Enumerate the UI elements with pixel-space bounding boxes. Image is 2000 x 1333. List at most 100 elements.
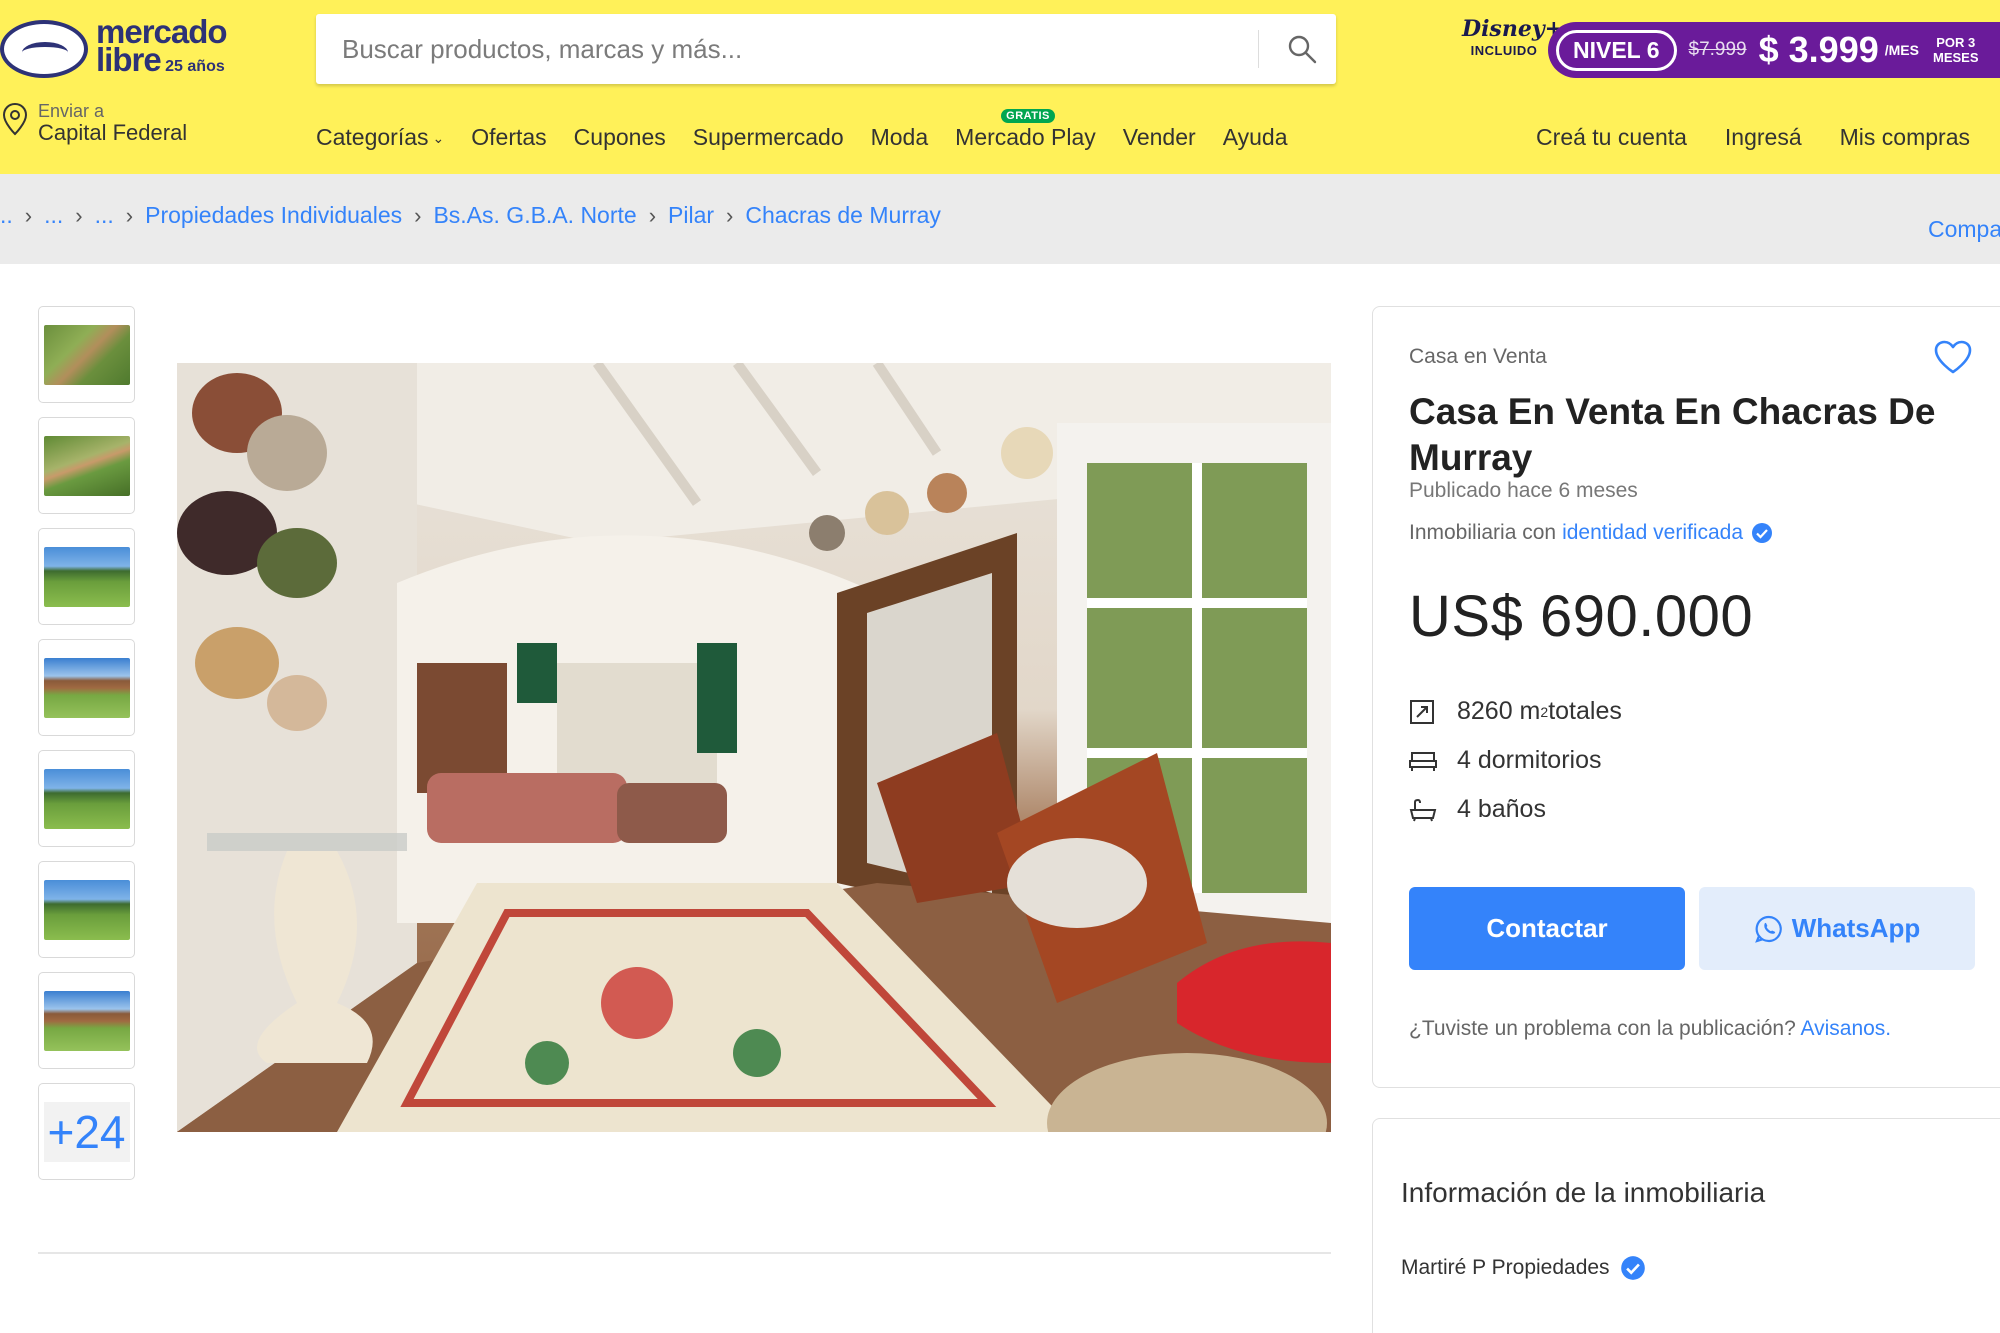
gallery-thumbnail[interactable] [38, 306, 135, 403]
disney-plus-logo[interactable]: Disney+ INCLUIDO [1462, 16, 1564, 82]
share-link[interactable]: Compa [1928, 216, 2000, 243]
breadcrumb-separator-icon: › [648, 202, 657, 228]
feature-bathrooms-value: 4 baños [1457, 795, 1546, 823]
heart-icon [1934, 340, 1972, 374]
shipping-location[interactable]: Enviar a Capital Federal [0, 100, 187, 156]
gallery-more-count: +24 [43, 1101, 130, 1162]
whatsapp-button[interactable]: WhatsApp [1699, 887, 1975, 970]
disney-brand: Disney+ [1462, 16, 1564, 42]
report-link[interactable]: Avisanos. [1800, 1017, 1891, 1040]
gallery-thumbnail[interactable] [38, 861, 135, 958]
nav-ofertas[interactable]: Ofertas [471, 124, 546, 154]
nav-categorias-label: Categorías [316, 124, 429, 150]
nivel-period-line2: MESES [1932, 50, 1979, 65]
handshake-icon [0, 20, 88, 78]
favorite-button[interactable] [1933, 339, 1973, 380]
listing-title: Casa En Venta En Chacras De Murray [1409, 391, 1936, 478]
gallery-thumbnail[interactable] [38, 417, 135, 514]
breadcrumb-item[interactable]: Pilar [668, 202, 714, 229]
feature-bathrooms: 4 baños [1409, 785, 1622, 834]
agency-name: Martiré P Propiedades [1401, 1256, 1610, 1279]
gallery-thumbnail[interactable] [38, 528, 135, 625]
location-pin-icon [2, 102, 28, 136]
breadcrumb-item[interactable]: Propiedades Individuales [145, 202, 402, 229]
gallery-thumbnail[interactable] [38, 972, 135, 1069]
agency-info-title: Información de la inmobiliaria [1401, 1177, 1766, 1208]
breadcrumb-separator-icon: › [414, 202, 422, 228]
house-photo-thumb [43, 657, 130, 718]
feature-area-sup: 2 [1540, 703, 1549, 720]
breadcrumb-item[interactable]: Bs.As. G.B.A. Norte [433, 202, 636, 229]
breadcrumb-item[interactable]: .. [0, 202, 13, 229]
breadcrumb: .. › ... › ... › Propiedades Individuale… [0, 202, 941, 229]
report-text: ¿Tuviste un problema con la publicación? [1409, 1017, 1796, 1040]
section-divider [38, 1252, 1331, 1254]
breadcrumb-item[interactable]: Chacras de Murray [745, 202, 941, 229]
account-nav: Creá tu cuenta Ingresá Mis compras [1498, 124, 1970, 151]
listing-features: 8260 m2 totales 4 dormitorios 4 baños [1409, 687, 1622, 834]
aerial-photo-thumb [43, 324, 130, 385]
gallery-thumbnail[interactable] [38, 750, 135, 847]
nav-my-purchases[interactable]: Mis compras [1840, 124, 1970, 151]
search-button[interactable] [1268, 14, 1336, 84]
area-icon [1410, 699, 1434, 724]
search-input[interactable] [342, 14, 1242, 84]
breadcrumb-bar: .. › ... › ... › Propiedades Individuale… [0, 174, 2000, 264]
nav-create-account[interactable]: Creá tu cuenta [1536, 124, 1687, 151]
main-photo[interactable] [177, 363, 1331, 1132]
lawn-photo-thumb [43, 768, 130, 829]
breadcrumb-separator-icon: › [75, 202, 83, 228]
nav-categorias[interactable]: Categorías ⌄ [316, 124, 444, 154]
nav-mercado-play-label: Mercado Play [955, 124, 1096, 150]
nav-vender[interactable]: Vender [1123, 124, 1196, 154]
living-room-photo [177, 363, 1331, 1132]
gratis-badge: GRATIS [1001, 109, 1055, 123]
contact-button[interactable]: Contactar [1409, 887, 1685, 970]
nivel-period-line1: POR 3 [1936, 35, 1976, 50]
search-icon [1288, 35, 1317, 64]
header: mercado libre 25 años Disney+ INCLUIDO N… [0, 0, 2000, 174]
breadcrumb-item[interactable]: ... [95, 202, 114, 229]
feature-bedrooms-value: 4 dormitorios [1457, 746, 1602, 774]
search-box [316, 14, 1336, 84]
agency-verification: Inmobiliaria con identidad verificada [1409, 521, 1773, 545]
nav-login[interactable]: Ingresá [1725, 124, 1802, 151]
mercado-libre-logo[interactable]: mercado libre 25 años [0, 14, 235, 84]
nav-cupones[interactable]: Cupones [574, 124, 666, 154]
nav-mercado-play[interactable]: GRATIS Mercado Play [955, 109, 1096, 154]
house-photo-thumb [43, 990, 130, 1051]
feature-area: 8260 m2 totales [1409, 687, 1622, 736]
agency-name-row[interactable]: Martiré P Propiedades [1401, 1255, 1646, 1281]
nav-ayuda[interactable]: Ayuda [1223, 124, 1288, 154]
aerial-photo-thumb [43, 435, 130, 496]
gallery-thumbnail[interactable] [38, 639, 135, 736]
feature-bedrooms: 4 dormitorios [1409, 736, 1622, 785]
nav-supermercado[interactable]: Supermercado [693, 124, 844, 154]
bed-icon [1409, 751, 1437, 771]
logo-anniversary: 25 años [165, 57, 225, 75]
verified-identity-link[interactable]: identidad verificada [1562, 521, 1743, 545]
agency-prefix: Inmobiliaria con [1409, 521, 1557, 544]
whatsapp-icon [1754, 915, 1782, 943]
nivel-badge: NIVEL 6 [1556, 29, 1677, 71]
breadcrumb-separator-icon: › [24, 202, 33, 228]
breadcrumb-item[interactable]: ... [44, 202, 63, 229]
lawn-photo-thumb [43, 546, 130, 607]
agency-info-panel: Información de la inmobiliaria Martiré P… [1372, 1118, 2000, 1333]
verified-check-icon [1752, 523, 1773, 543]
search-divider [1258, 30, 1259, 68]
location-label: Enviar a [38, 101, 105, 121]
feature-area-suffix: totales [1548, 697, 1622, 725]
lawn-photo-thumb [43, 879, 130, 940]
breadcrumb-separator-icon: › [125, 202, 134, 228]
verified-check-icon [1620, 1256, 1645, 1280]
nivel-old-price: $7.999 [1688, 39, 1747, 60]
location-value: Capital Federal [38, 120, 188, 145]
nivel-per-month: /MES [1884, 42, 1919, 58]
listing-price: US$ 690.000 [1409, 584, 1754, 649]
nav-moda[interactable]: Moda [871, 124, 929, 154]
report-problem: ¿Tuviste un problema con la publicación?… [1409, 1017, 1891, 1041]
nivel-promo-banner[interactable]: NIVEL 6 $7.999 $ 3.999 /MES POR 3 MESES [1548, 22, 2000, 78]
bath-icon [1409, 798, 1437, 821]
gallery-more-thumbnail[interactable]: +24 [38, 1083, 135, 1180]
